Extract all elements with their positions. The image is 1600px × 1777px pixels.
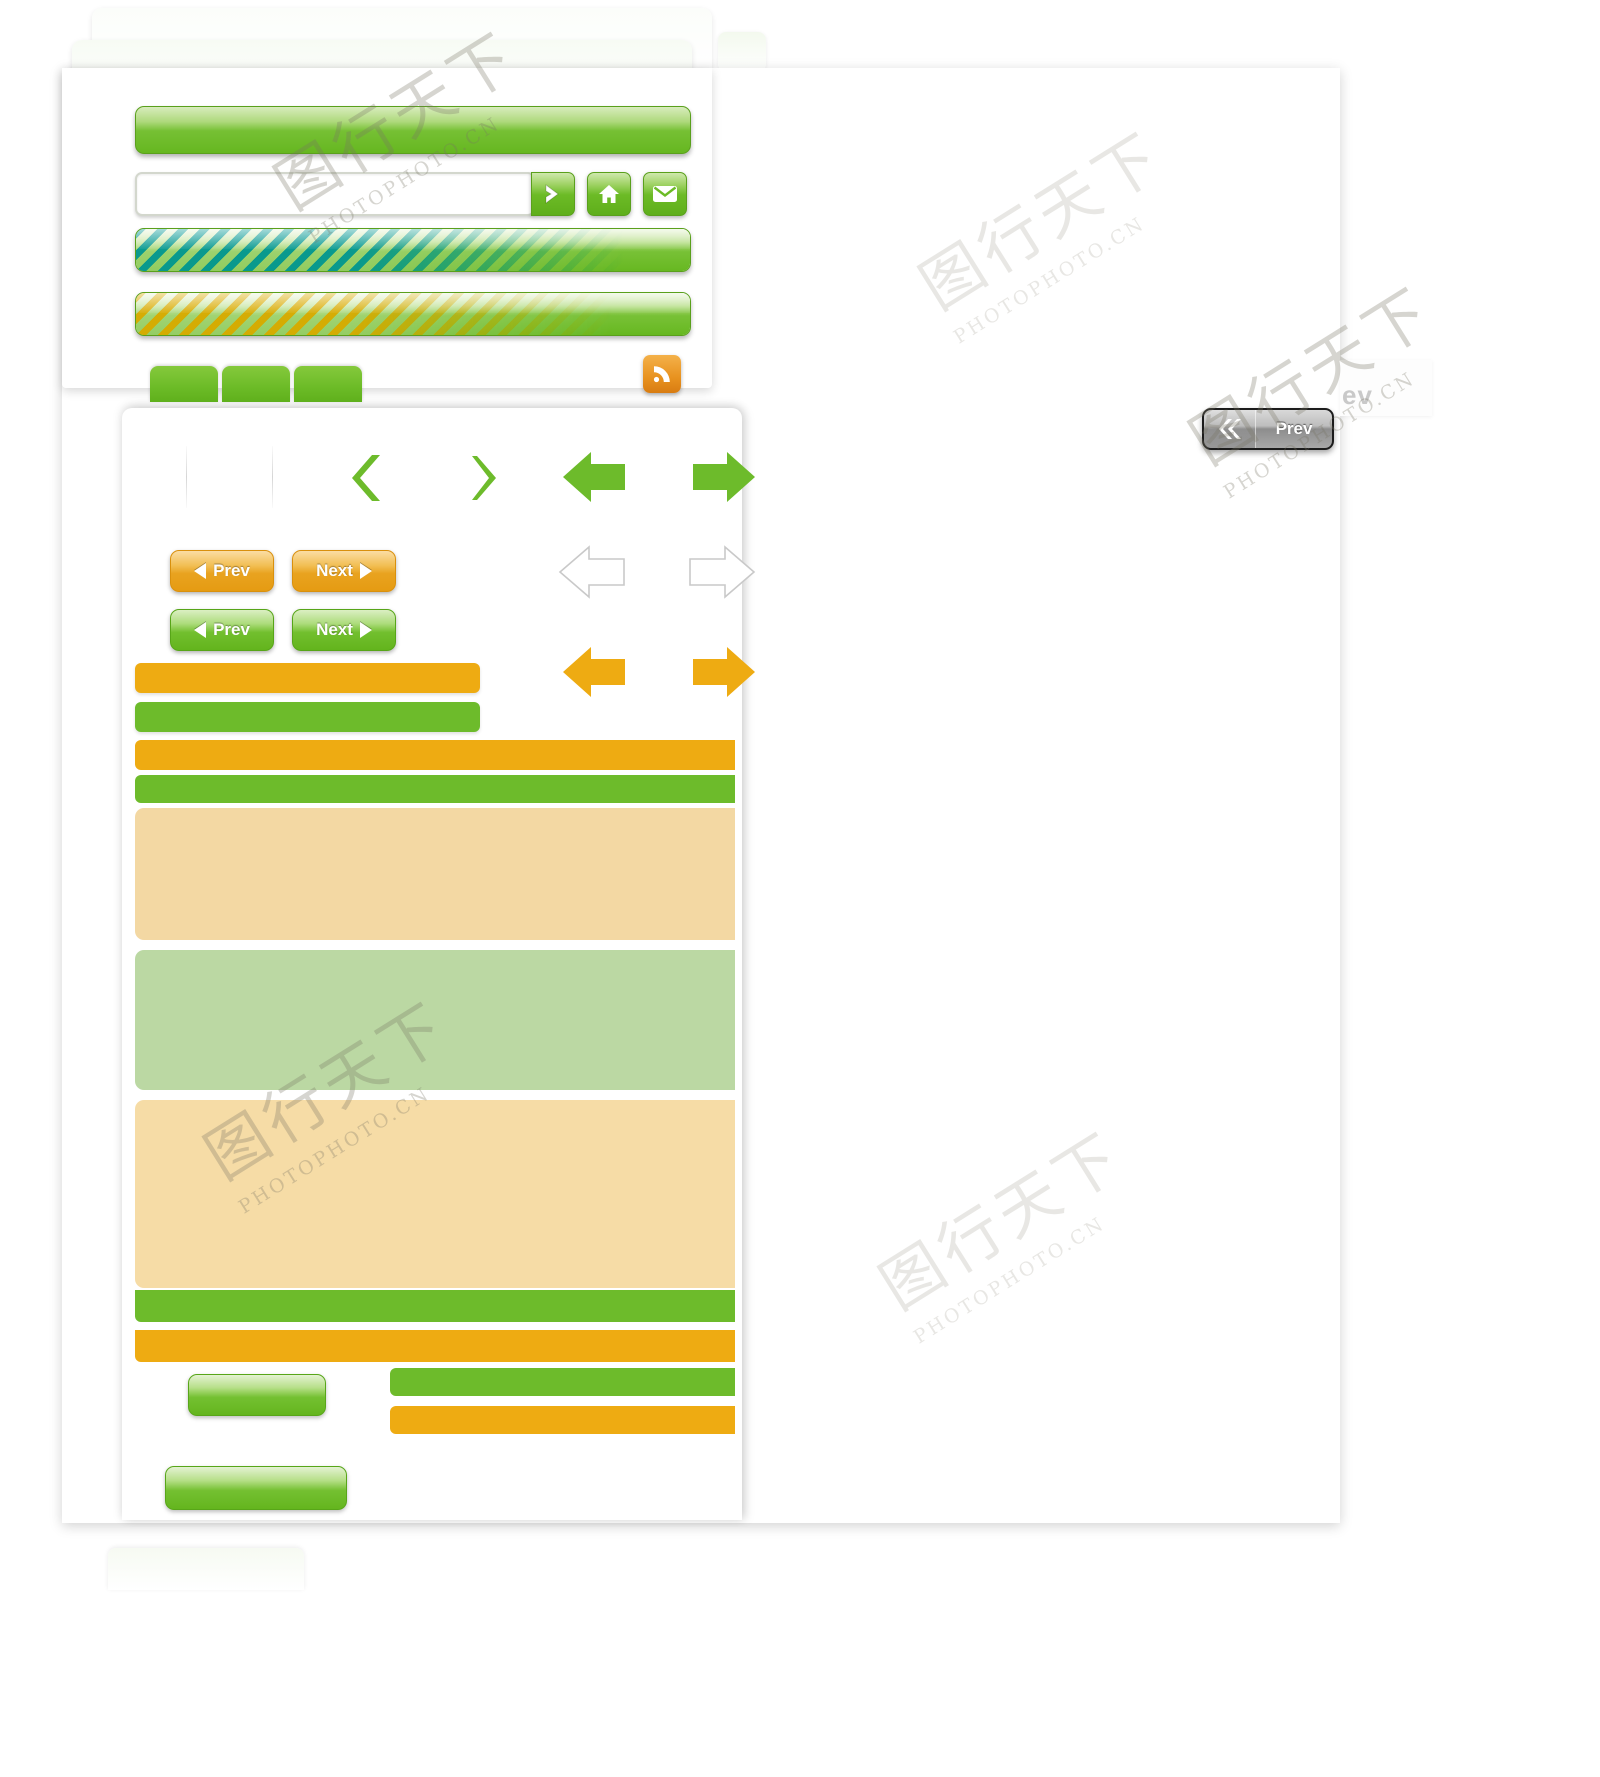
triangle-left-icon	[194, 563, 207, 579]
triangle-right-icon	[359, 563, 372, 579]
flat-bar-amber-footer	[135, 1330, 735, 1362]
prev-button-grey[interactable]: Prev	[1202, 408, 1334, 450]
triangle-left-icon	[194, 622, 207, 638]
glossy-chip-button-b[interactable]	[165, 1466, 347, 1510]
next-button-green[interactable]: Next	[292, 609, 396, 651]
chevron-right-icon	[542, 182, 564, 206]
pager-green: Prev Next	[170, 609, 396, 651]
prev-button-ghost-label: ev	[1342, 380, 1373, 410]
chevron-left-icon[interactable]	[336, 446, 400, 510]
content-panel-sand-top	[135, 808, 735, 940]
block-arrow-right-amber-icon[interactable]	[686, 640, 762, 706]
glossy-chip-button-a[interactable]	[188, 1374, 326, 1416]
prev-button-grey-label: Prev	[1275, 419, 1313, 438]
home-button[interactable]	[587, 172, 631, 216]
flat-bar-amber-tab	[390, 1406, 735, 1434]
tab-item-1[interactable]	[150, 366, 218, 402]
double-chevron-left-icon	[1204, 410, 1256, 448]
content-panel-sand-bottom	[135, 1100, 735, 1288]
next-label: Next	[316, 620, 353, 639]
next-label: Next	[316, 561, 353, 580]
block-arrow-left-white-icon[interactable]	[552, 540, 632, 606]
block-arrow-left-green-icon[interactable]	[556, 446, 632, 510]
block-arrow-right-white-icon[interactable]	[682, 540, 762, 606]
tab-item-2[interactable]	[222, 366, 290, 402]
pager-amber: Prev Next	[170, 550, 396, 592]
bottom-sheet-stub	[108, 1548, 304, 1590]
prev-label: Prev	[213, 620, 250, 639]
home-icon	[597, 182, 621, 206]
flat-bar-amber-short	[135, 663, 480, 693]
chevron-right-icon-large[interactable]	[456, 446, 520, 510]
gallery-divider-right	[272, 446, 273, 508]
tab-strip	[150, 366, 362, 402]
hero-green-button-bar[interactable]	[135, 106, 691, 154]
progress-gloss	[136, 293, 690, 314]
progress-bar-amber	[135, 292, 691, 336]
background-sheet-corner	[718, 32, 766, 72]
flat-bar-green-tab	[390, 1368, 735, 1396]
flat-bar-amber-wide	[135, 740, 735, 770]
mail-icon	[652, 184, 678, 204]
tab-item-3[interactable]	[294, 366, 362, 402]
mail-button[interactable]	[643, 172, 687, 216]
block-arrow-left-amber-icon[interactable]	[556, 640, 632, 706]
flat-bar-green-wide	[135, 775, 735, 803]
progress-bar-teal	[135, 228, 691, 272]
flat-bar-green-footer	[135, 1290, 735, 1322]
block-arrow-right-green-icon[interactable]	[686, 446, 762, 510]
next-button-amber[interactable]: Next	[292, 550, 396, 592]
flat-bar-green-short	[135, 702, 480, 732]
progress-gloss	[136, 229, 690, 250]
prev-label: Prev	[213, 561, 250, 580]
search-row	[135, 172, 695, 216]
triangle-right-icon	[359, 622, 372, 638]
search-submit-button[interactable]	[531, 172, 575, 216]
content-panel-green-mid	[135, 950, 735, 1090]
prev-button-amber[interactable]: Prev	[170, 550, 274, 592]
rss-icon[interactable]	[643, 355, 681, 393]
gallery-divider-left	[186, 446, 187, 508]
prev-button-green[interactable]: Prev	[170, 609, 274, 651]
search-input[interactable]	[135, 172, 535, 216]
